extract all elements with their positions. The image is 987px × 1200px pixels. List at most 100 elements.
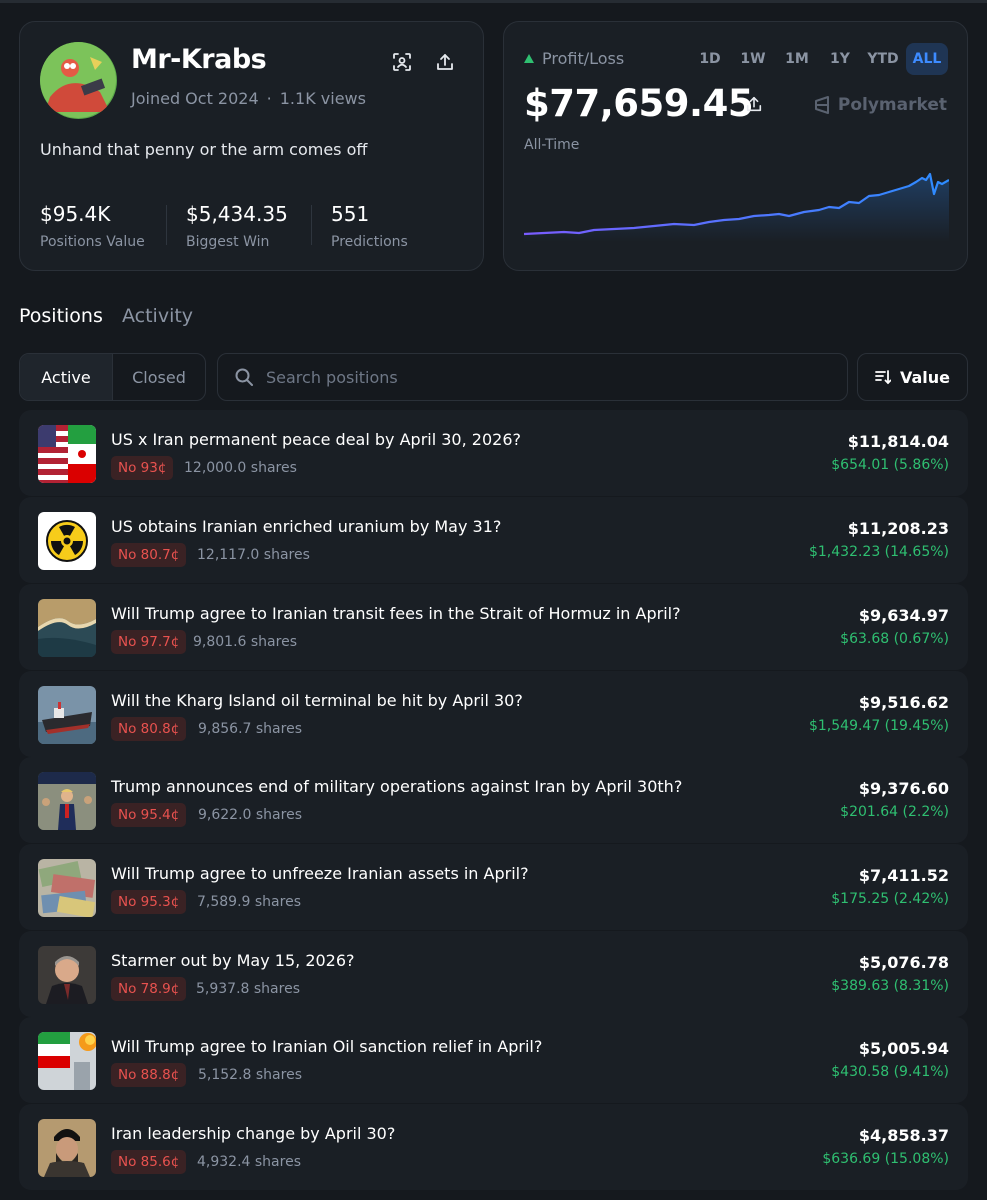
profile-meta: Joined Oct 2024 · 1.1K views (131, 89, 366, 108)
outcome-badge: No 93¢ (111, 456, 174, 480)
search-input[interactable] (266, 367, 826, 387)
tab-positions[interactable]: Positions (19, 305, 103, 327)
stat-predictions: 551 Predictions (331, 202, 408, 250)
share-count: 12,117.0 shares (197, 547, 310, 563)
oil-tanker-icon (38, 686, 96, 744)
position-value: $9,376.60 (858, 779, 949, 798)
position-title[interactable]: Will Trump agree to Iranian transit fees… (111, 604, 681, 623)
tab-activity[interactable]: Activity (122, 305, 193, 327)
trump-photo-icon (38, 772, 96, 830)
sort-label: Value (899, 367, 951, 387)
filter-active[interactable]: Active (20, 354, 113, 400)
stat-label: Predictions (331, 234, 408, 250)
stat-divider (166, 205, 167, 245)
position-row[interactable]: US x Iran permanent peace deal by April … (19, 410, 968, 496)
share-count: 12,000.0 shares (184, 460, 297, 476)
profile-card: Mr-Krabs Joined Oct 2024 · 1.1K views Unha… (19, 21, 484, 271)
stat-value: $5,434.35 (186, 202, 288, 226)
radiation-icon (38, 512, 96, 570)
timeframe-ytd[interactable]: YTD (862, 43, 904, 75)
cleric-photo-icon (38, 1119, 96, 1177)
outcome-badge: No 97.7¢ (111, 630, 187, 654)
view-count: 1.1K views (279, 89, 366, 108)
up-triangle-icon (524, 54, 534, 63)
pnl-label-text: Profit/Loss (542, 49, 625, 68)
position-title[interactable]: Iran leadership change by April 30? (111, 1124, 395, 1143)
pnl-value: $77,659.45 (524, 82, 754, 125)
timeframe-1w[interactable]: 1W (736, 43, 770, 75)
position-row[interactable]: Trump announces end of military operatio… (19, 757, 968, 843)
position-change: $1,549.47 (19.45%) (808, 718, 949, 734)
position-change: $654.01 (5.86%) (831, 457, 949, 473)
position-value: $7,411.52 (858, 866, 949, 885)
search-icon (235, 368, 253, 386)
position-title[interactable]: Will Trump agree to unfreeze Iranian ass… (111, 864, 529, 883)
sort-button[interactable]: Value (857, 353, 968, 401)
outcome-badge: No 80.8¢ (111, 717, 187, 741)
username: Mr-Krabs (131, 44, 267, 75)
satellite-map-icon (38, 599, 96, 657)
stat-positions-value: $95.4K Positions Value (40, 202, 145, 250)
filter-closed[interactable]: Closed (113, 354, 205, 400)
position-row[interactable]: Will Trump agree to Iranian Oil sanction… (19, 1017, 968, 1103)
position-title[interactable]: Will the Kharg Island oil terminal be hi… (111, 691, 523, 710)
stat-label: Biggest Win (186, 234, 270, 250)
share-pnl-icon[interactable] (742, 92, 766, 116)
pnl-chart[interactable] (523, 172, 950, 246)
position-title[interactable]: US x Iran permanent peace deal by April … (111, 430, 521, 449)
polymarket-label: Polymarket (837, 95, 947, 115)
share-icon[interactable] (433, 50, 457, 74)
position-title[interactable]: Trump announces end of military operatio… (111, 777, 682, 796)
position-change: $389.63 (8.31%) (831, 978, 949, 994)
timeframe-1y[interactable]: 1Y (824, 43, 856, 75)
position-value: $9,516.62 (858, 693, 949, 712)
polymarket-logo-icon (814, 96, 829, 114)
position-title[interactable]: Starmer out by May 15, 2026? (111, 951, 355, 970)
outcome-badge: No 80.7¢ (111, 543, 187, 567)
search-box (217, 353, 848, 401)
timeframe-1m[interactable]: 1M (780, 43, 814, 75)
sort-icon (875, 370, 891, 385)
joined-date: Joined Oct 2024 (131, 89, 259, 108)
position-title[interactable]: US obtains Iranian enriched uranium by M… (111, 517, 501, 536)
position-change: $175.25 (2.42%) (831, 891, 949, 907)
position-change: $201.64 (2.2%) (840, 804, 949, 820)
pnl-period: All-Time (524, 137, 580, 153)
position-value: $9,634.97 (858, 606, 949, 625)
position-row[interactable]: Starmer out by May 15, 2026? No 78.9¢ 5,… (19, 931, 968, 1017)
stat-divider (311, 205, 312, 245)
position-change: $63.68 (0.67%) (840, 631, 949, 647)
position-row[interactable]: Will Trump agree to Iranian transit fees… (19, 584, 968, 670)
iran-oil-flag-icon (38, 1032, 96, 1090)
share-count: 9,801.6 shares (193, 634, 297, 650)
position-value: $5,005.94 (858, 1039, 949, 1058)
scan-icon[interactable] (390, 50, 414, 74)
outcome-badge: No 95.4¢ (111, 803, 187, 827)
timeframe-all[interactable]: ALL (906, 43, 948, 75)
pnl-label: Profit/Loss (524, 49, 624, 68)
share-count: 4,932.4 shares (197, 1154, 301, 1170)
position-filter: Active Closed (19, 353, 206, 401)
position-row[interactable]: US obtains Iranian enriched uranium by M… (19, 497, 968, 583)
position-value: $11,814.04 (847, 432, 949, 451)
top-border (0, 0, 987, 3)
share-count: 7,589.9 shares (197, 894, 301, 910)
position-row[interactable]: Will the Kharg Island oil terminal be hi… (19, 671, 968, 757)
cash-icon (38, 859, 96, 917)
position-row[interactable]: Will Trump agree to unfreeze Iranian ass… (19, 844, 968, 930)
timeframe-1d[interactable]: 1D (694, 43, 726, 75)
position-title[interactable]: Will Trump agree to Iranian Oil sanction… (111, 1037, 542, 1056)
outcome-badge: No 95.3¢ (111, 890, 187, 914)
meta-separator: · (266, 89, 272, 108)
starmer-photo-icon (38, 946, 96, 1004)
position-value: $4,858.37 (858, 1126, 949, 1145)
avatar[interactable] (40, 42, 117, 119)
position-change: $636.69 (15.08%) (822, 1151, 949, 1167)
position-row[interactable]: Iran leadership change by April 30? No 8… (19, 1104, 968, 1190)
share-count: 9,856.7 shares (198, 721, 302, 737)
share-count: 5,937.8 shares (196, 981, 300, 997)
stat-value: 551 (331, 202, 370, 226)
outcome-badge: No 88.8¢ (111, 1063, 187, 1087)
position-change: $1,432.23 (14.65%) (808, 544, 949, 560)
outcome-badge: No 85.6¢ (111, 1150, 187, 1174)
